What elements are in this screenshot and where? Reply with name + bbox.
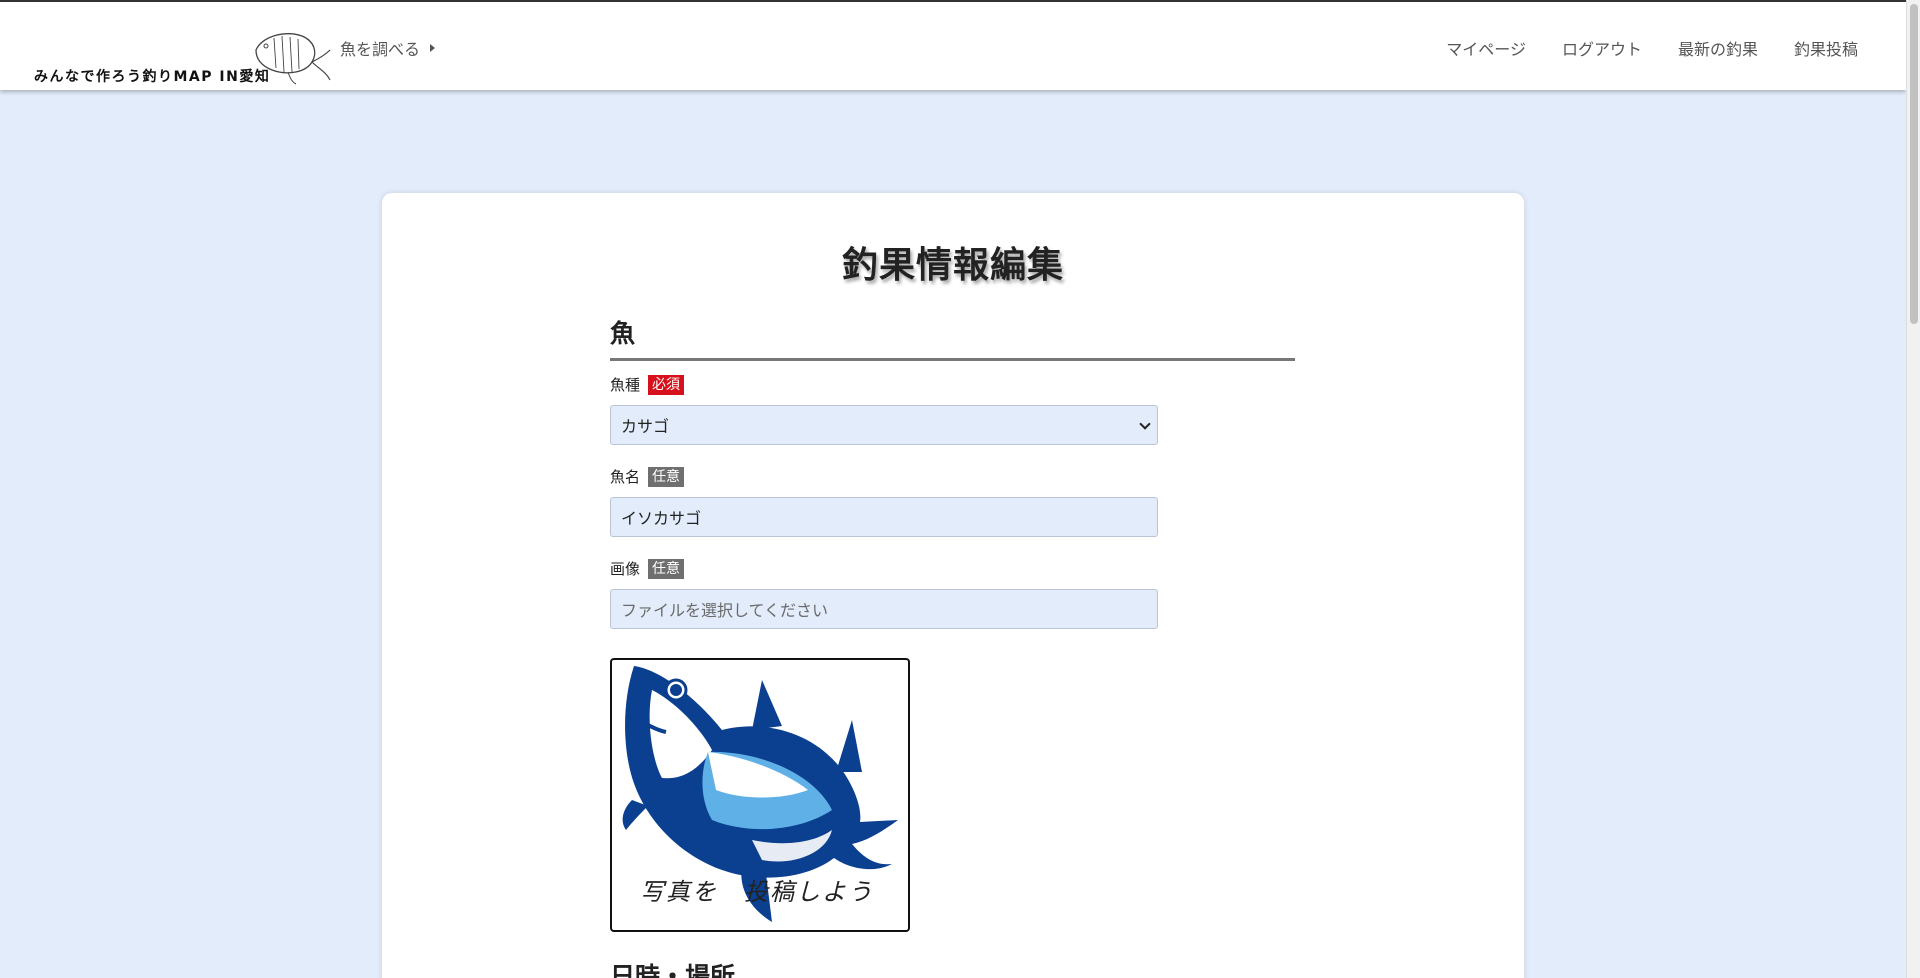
required-badge: 必須 [648,374,685,395]
site-logo[interactable]: みんなで作ろう釣りMAP IN愛知 [16,14,331,85]
optional-badge: 任意 [648,466,685,487]
nav-post-catch-link[interactable]: 釣果投稿 [1794,36,1858,60]
fish-name-label-row: 魚名 任意 [610,466,685,487]
image-label: 画像 [610,560,641,578]
fish-sketch-icon [255,33,331,85]
section-fish-heading: 魚 [610,314,1295,361]
nav-logout-link[interactable]: ログアウト [1562,36,1642,60]
caret-right-icon [430,44,436,52]
scrollbar-thumb[interactable] [1910,4,1918,324]
nav-fish-search-dropdown[interactable]: 魚を調べる [340,36,436,60]
fish-type-label-row: 魚種 必須 [610,374,685,395]
nav-latest-catches-link[interactable]: 最新の釣果 [1678,36,1758,60]
nav-fish-search-label: 魚を調べる [340,40,421,59]
edit-card [382,193,1524,978]
fish-type-label: 魚種 [610,376,641,394]
chevron-down-icon [1139,418,1151,430]
preview-caption: 写真を 投稿しよう [640,878,874,906]
image-preview: 写真を 投稿しよう [610,658,910,932]
top-navbar: みんなで作ろう釣りMAP IN愛知 魚を調べる マイページ ログアウト 最新の釣… [0,0,1906,90]
nav-mypage-link[interactable]: マイページ [1446,36,1526,60]
page-title: 釣果情報編集 [841,245,1064,286]
fish-name-input[interactable]: イソカサゴ [610,497,1158,537]
section-datetime-heading: 日時・場所 [610,962,736,978]
logo-text: みんなで作ろう釣りMAP IN愛知 [34,69,271,85]
image-label-row: 画像 任意 [610,558,685,579]
fish-type-selected-value: カサゴ [621,417,670,436]
page-scrollbar[interactable] [1906,0,1920,978]
image-file-input[interactable]: ファイルを選択してください [610,589,1158,629]
fish-name-label: 魚名 [610,468,641,486]
optional-badge: 任意 [648,558,685,579]
fish-type-select[interactable]: カサゴ [610,405,1158,445]
fish-name-value: イソカサゴ [621,509,702,528]
image-file-placeholder: ファイルを選択してください [621,601,829,620]
nav-right-links: マイページ ログアウト 最新の釣果 釣果投稿 [1446,36,1858,60]
